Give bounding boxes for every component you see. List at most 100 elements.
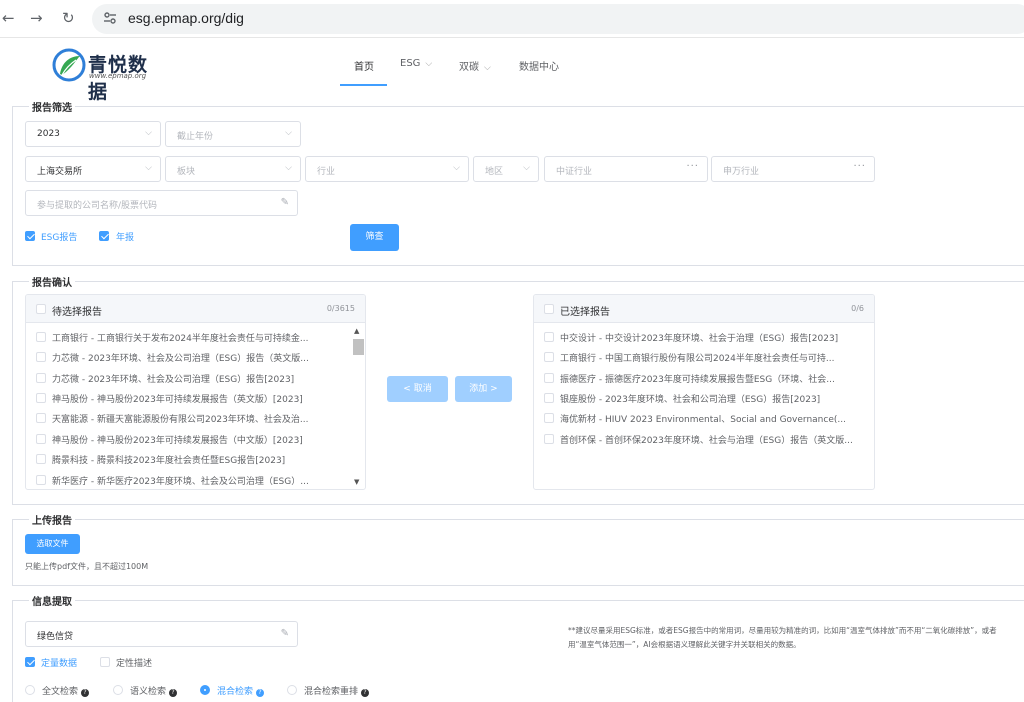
csi-industry-select[interactable]: 中证行业 ··· bbox=[544, 156, 708, 182]
item-checkbox[interactable] bbox=[36, 393, 46, 403]
url-text: esg.epmap.org/dig bbox=[128, 10, 244, 26]
select-all-available-checkbox[interactable] bbox=[36, 304, 46, 314]
esg-report-checkbox[interactable] bbox=[25, 231, 35, 241]
end-year-select[interactable]: 截止年份 ⌵ bbox=[165, 121, 301, 147]
quantitative-label[interactable]: 定量数据 bbox=[41, 656, 77, 669]
scrollbar-thumb[interactable] bbox=[353, 339, 364, 355]
qualitative-checkbox[interactable] bbox=[100, 657, 110, 667]
help-icon[interactable]: ? bbox=[256, 689, 265, 697]
sw-industry-placeholder: 申万行业 bbox=[723, 167, 760, 177]
nav-carbon[interactable]: 双碳 ⌵ bbox=[459, 58, 491, 73]
help-icon[interactable]: ? bbox=[361, 689, 370, 697]
nav-esg-label: ESG bbox=[400, 58, 421, 69]
company-search-input[interactable]: 参与提取的公司名称/股票代码 ✎ bbox=[25, 190, 298, 216]
list-item-text: 神马股份 - 神马股份2023年可持续发展报告（中文版）[2023] bbox=[52, 436, 303, 446]
back-icon[interactable]: ← bbox=[2, 9, 15, 27]
item-checkbox[interactable] bbox=[544, 393, 554, 403]
list-item-text: 新华医疗 - 新华医疗2023年度环境、社会及公司治理（ESG）... bbox=[52, 477, 309, 487]
nav-esg[interactable]: ESG ⌵ bbox=[400, 58, 432, 69]
quantitative-checkbox[interactable] bbox=[25, 657, 35, 667]
radio-hybrid[interactable] bbox=[200, 685, 210, 695]
item-checkbox[interactable] bbox=[544, 413, 554, 423]
list-item[interactable]: 首创环保 - 首创环保2023年度环境、社会与治理（ESG）报告（英文版... bbox=[534, 429, 874, 449]
exchange-value: 上海交易所 bbox=[37, 167, 83, 177]
item-checkbox[interactable] bbox=[36, 475, 46, 485]
list-item-text: 海优新材 - HIUV 2023 Environmental、Social an… bbox=[560, 415, 846, 425]
scrollbar[interactable]: ▲ ▼ bbox=[352, 325, 364, 487]
list-item[interactable]: 力芯微 - 2023年环境、社会及公司治理（ESG）报告[2023] bbox=[26, 368, 365, 388]
year-select[interactable]: 2023 ⌵ bbox=[25, 121, 161, 147]
filter-section: 报告筛选 bbox=[12, 99, 1024, 266]
select-all-selected-checkbox[interactable] bbox=[544, 304, 554, 314]
chevron-down-icon: ⌵ bbox=[145, 128, 152, 138]
nav-home[interactable]: 首页 bbox=[354, 58, 374, 73]
logo[interactable]: 青悦数据 www.epmap.org bbox=[52, 48, 162, 103]
industry-select[interactable]: 行业 ⌵ bbox=[305, 156, 469, 182]
list-item[interactable]: 神马股份 - 神马股份2023年可持续发展报告（英文版）[2023] bbox=[26, 388, 365, 408]
upload-section: 上传报告 bbox=[12, 512, 1024, 586]
radio-hybrid-label[interactable]: 混合检索? bbox=[217, 684, 265, 697]
logo-mark-icon bbox=[52, 48, 86, 82]
scroll-down-icon[interactable]: ▼ bbox=[354, 478, 359, 486]
radio-hybrid-rerank[interactable] bbox=[287, 685, 297, 695]
scroll-up-icon[interactable]: ▲ bbox=[354, 327, 359, 335]
site-settings-icon[interactable] bbox=[102, 10, 118, 26]
radio-fulltext-label[interactable]: 全文检索? bbox=[42, 684, 90, 697]
help-icon[interactable]: ? bbox=[81, 689, 90, 697]
radio-hybrid-rerank-label[interactable]: 混合检索重排? bbox=[304, 684, 370, 697]
add-transfer-button[interactable]: 添加 > bbox=[455, 376, 512, 402]
radio-semantic[interactable] bbox=[113, 685, 123, 695]
item-checkbox[interactable] bbox=[36, 434, 46, 444]
exchange-select[interactable]: 上海交易所 ⌵ bbox=[25, 156, 161, 182]
board-placeholder: 板块 bbox=[177, 167, 196, 177]
search-button[interactable]: 筛查 bbox=[350, 224, 399, 251]
list-item[interactable]: 神马股份 - 神马股份2023年可持续发展报告（中文版）[2023] bbox=[26, 429, 365, 449]
item-checkbox[interactable] bbox=[544, 352, 554, 362]
esg-report-label[interactable]: ESG报告 bbox=[41, 230, 77, 243]
available-reports-count: 0/3615 bbox=[326, 304, 355, 313]
item-checkbox[interactable] bbox=[544, 434, 554, 444]
board-select[interactable]: 板块 ⌵ bbox=[165, 156, 301, 182]
list-item[interactable]: 新华医疗 - 新华医疗2023年度环境、社会及公司治理（ESG）... bbox=[26, 470, 365, 489]
nav-data-center[interactable]: 数据中心 bbox=[519, 58, 559, 73]
list-item[interactable]: 天富能源 - 新疆天富能源股份有限公司2023年环境、社会及治... bbox=[26, 408, 365, 428]
chevron-down-icon: ⌵ bbox=[453, 163, 460, 173]
list-item-text: 中交设计 - 中交设计2023年度环境、社会于治理（ESG）报告[2023] bbox=[560, 334, 839, 344]
address-bar[interactable]: esg.epmap.org/dig bbox=[92, 4, 1024, 34]
radio-fulltext[interactable] bbox=[25, 685, 35, 695]
list-item[interactable]: 腾景科技 - 腾景科技2023年度社会责任暨ESG报告[2023] bbox=[26, 449, 365, 469]
item-checkbox[interactable] bbox=[36, 413, 46, 423]
choose-file-button[interactable]: 选取文件 bbox=[25, 534, 80, 554]
list-item[interactable]: 力芯微 - 2023年环境、社会及公司治理（ESG）报告（英文版... bbox=[26, 347, 365, 367]
reload-icon[interactable]: ↻ bbox=[62, 9, 75, 27]
more-icon: ··· bbox=[686, 161, 699, 172]
item-checkbox[interactable] bbox=[544, 373, 554, 383]
list-item-text: 工商银行 - 工商银行关于发布2024半年度社会责任与可持续金... bbox=[52, 334, 309, 344]
annual-report-checkbox[interactable] bbox=[99, 231, 109, 241]
qualitative-label[interactable]: 定性描述 bbox=[116, 656, 152, 669]
selected-reports-header: 已选择报告 0/6 bbox=[534, 295, 874, 323]
item-checkbox[interactable] bbox=[36, 352, 46, 362]
item-checkbox[interactable] bbox=[36, 454, 46, 464]
list-item[interactable]: 银座股份 - 2023年度环境、社会和公司治理（ESG）报告[2023] bbox=[534, 388, 874, 408]
keyword-input[interactable]: 绿色信贷 ✎ bbox=[25, 621, 298, 647]
region-select[interactable]: 地区 ⌵ bbox=[473, 156, 539, 182]
list-item-text: 腾景科技 - 腾景科技2023年度社会责任暨ESG报告[2023] bbox=[52, 456, 286, 466]
chevron-down-icon: ⌵ bbox=[425, 59, 433, 69]
cancel-transfer-button[interactable]: < 取消 bbox=[387, 376, 448, 402]
item-checkbox[interactable] bbox=[36, 373, 46, 383]
list-item[interactable]: 振德医疗 - 振德医疗2023年度可持续发展报告暨ESG（环境、社会... bbox=[534, 368, 874, 388]
annual-report-label[interactable]: 年报 bbox=[116, 230, 134, 243]
item-checkbox[interactable] bbox=[36, 332, 46, 342]
help-icon[interactable]: ? bbox=[169, 689, 178, 697]
item-checkbox[interactable] bbox=[544, 332, 554, 342]
radio-semantic-label[interactable]: 语义检索? bbox=[130, 684, 178, 697]
list-item[interactable]: 工商银行 - 工商银行关于发布2024半年度社会责任与可持续金... bbox=[26, 327, 365, 347]
sw-industry-select[interactable]: 申万行业 ··· bbox=[711, 156, 875, 182]
nav-carbon-label: 双碳 bbox=[459, 62, 479, 73]
list-item[interactable]: 中交设计 - 中交设计2023年度环境、社会于治理（ESG）报告[2023] bbox=[534, 327, 874, 347]
list-item[interactable]: 海优新材 - HIUV 2023 Environmental、Social an… bbox=[534, 408, 874, 428]
forward-icon[interactable]: → bbox=[30, 9, 43, 27]
list-item-text: 银座股份 - 2023年度环境、社会和公司治理（ESG）报告[2023] bbox=[560, 395, 821, 405]
list-item[interactable]: 工商银行 - 中国工商银行股份有限公司2024半年度社会责任与可持... bbox=[534, 347, 874, 367]
